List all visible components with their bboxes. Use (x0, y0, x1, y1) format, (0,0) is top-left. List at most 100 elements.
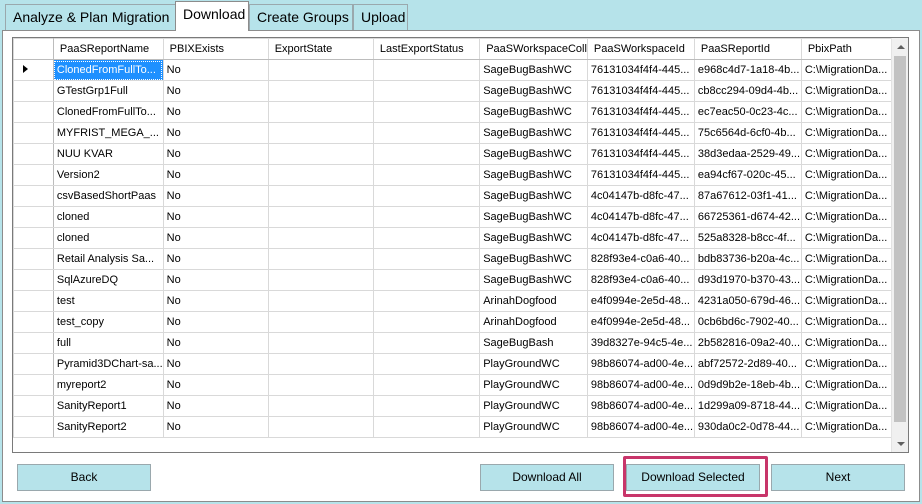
grid-cell[interactable]: No (162, 59, 269, 81)
grid-cell[interactable]: cb8cc294-09d4-4b... (693, 80, 802, 102)
grid-cell[interactable] (267, 164, 374, 186)
grid-cell[interactable]: SageBugBashWC (479, 143, 588, 165)
grid-cell[interactable] (267, 248, 374, 270)
grid-cell[interactable]: GTestGrp1Full (52, 80, 164, 102)
grid-cell[interactable]: SanityReport2 (52, 416, 164, 438)
grid-cell[interactable]: cloned (52, 227, 164, 249)
grid-cell[interactable] (372, 59, 481, 81)
grid-cell[interactable]: No (162, 164, 269, 186)
grid-cell[interactable] (372, 416, 481, 438)
table-row[interactable]: Pyramid3DChart-sa... No PlayGroundWC 98b860… (13, 353, 908, 375)
grid-cell[interactable]: ArinahDogfood (479, 311, 588, 333)
grid-cell[interactable]: NUU KVAR (52, 143, 164, 165)
grid-cell[interactable] (372, 269, 481, 291)
row-header[interactable] (13, 185, 54, 207)
grid-cell[interactable]: 76131034f4f4-445... (586, 143, 695, 165)
grid-cell[interactable] (372, 143, 481, 165)
column-header-paas-workspace-id[interactable]: PaaSWorkspaceId (586, 38, 695, 60)
row-header[interactable] (13, 59, 54, 81)
table-row[interactable]: SqlAzureDQ No SageBugBashWC 828f93e4-c0a6-4… (13, 269, 908, 291)
grid-cell[interactable]: 0cb6bd6c-7902-40... (693, 311, 802, 333)
grid-cell[interactable] (372, 332, 481, 354)
grid-cell[interactable]: 76131034f4f4-445... (586, 101, 695, 123)
grid-cell[interactable]: ec7eac50-0c23-4c... (693, 101, 802, 123)
grid-cell[interactable]: 76131034f4f4-445... (586, 122, 695, 144)
grid-cell[interactable]: PlayGroundWC (479, 395, 588, 417)
back-button[interactable]: Back (17, 464, 151, 491)
grid-cell[interactable]: SageBugBashWC (479, 227, 588, 249)
grid-cell[interactable]: cloned (52, 206, 164, 228)
grid-cell[interactable]: 828f93e4-c0a6-40... (586, 269, 695, 291)
grid-cell[interactable]: 98b86074-ad00-4e... (586, 374, 695, 396)
download-all-button[interactable]: Download All (480, 464, 614, 491)
grid-cell[interactable]: ea94cf67-020c-45... (693, 164, 802, 186)
grid-cell[interactable] (267, 290, 374, 312)
grid-cell[interactable]: 39d8327e-94c5-4e... (586, 332, 695, 354)
grid-cell[interactable]: 930da0c2-0d78-44... (693, 416, 802, 438)
grid-cell[interactable]: 4c04147b-d8fc-47... (586, 206, 695, 228)
grid-cell[interactable]: No (162, 143, 269, 165)
tab-download[interactable]: Download (175, 1, 249, 31)
column-header-paas-report-id[interactable]: PaaSReportId (693, 38, 802, 60)
tab-upload[interactable]: Upload (353, 4, 408, 30)
grid-cell[interactable]: PlayGroundWC (479, 353, 588, 375)
reports-grid[interactable]: PaaSReportName PBIXExists ExportState La… (12, 37, 909, 453)
grid-cell[interactable] (267, 311, 374, 333)
grid-cell[interactable]: SageBugBashWC (479, 269, 588, 291)
scrollbar-thumb[interactable] (894, 56, 906, 422)
grid-cell[interactable]: bdb83736-b20a-4c... (693, 248, 802, 270)
grid-cell[interactable]: 76131034f4f4-445... (586, 59, 695, 81)
grid-cell[interactable]: SageBugBashWC (479, 122, 588, 144)
grid-cell[interactable]: 2b582816-09a2-40... (693, 332, 802, 354)
grid-cell[interactable] (267, 353, 374, 375)
grid-cell[interactable]: 98b86074-ad00-4e... (586, 353, 695, 375)
grid-cell[interactable]: MYFRIST_MEGA_... (52, 122, 164, 144)
row-header[interactable] (13, 290, 54, 312)
grid-cell[interactable]: SageBugBashWC (479, 101, 588, 123)
grid-cell[interactable]: full (52, 332, 164, 354)
grid-cell[interactable]: No (162, 80, 269, 102)
grid-cell[interactable] (267, 416, 374, 438)
table-row[interactable]: Version2 No SageBugBashWC 76131034f4f4-445.… (13, 164, 908, 186)
grid-cell[interactable]: d93d1970-b370-43... (693, 269, 802, 291)
grid-cell[interactable] (372, 374, 481, 396)
grid-cell[interactable]: abf72572-2d89-40... (693, 353, 802, 375)
row-header[interactable] (13, 248, 54, 270)
table-row[interactable]: ClonedFromFullTo... No SageBugBashWC 761310… (13, 101, 908, 123)
table-row[interactable]: NUU KVAR No SageBugBashWC 76131034f4f4-445.… (13, 143, 908, 165)
grid-cell[interactable] (372, 185, 481, 207)
tab-create-groups[interactable]: Create Groups (249, 4, 353, 30)
grid-cell[interactable]: Version2 (52, 164, 164, 186)
row-header[interactable] (13, 332, 54, 354)
table-row[interactable]: test_copy No ArinahDogfood e4f0994e-2e5d-48… (13, 311, 908, 333)
grid-cell[interactable]: 0d9d9b2e-18eb-4b... (693, 374, 802, 396)
grid-cell[interactable]: No (162, 374, 269, 396)
grid-cell[interactable]: SageBugBashWC (479, 206, 588, 228)
grid-cell[interactable]: ClonedFromFullTo... (52, 101, 164, 123)
row-header[interactable] (13, 122, 54, 144)
grid-cell[interactable] (372, 206, 481, 228)
column-header-export-state[interactable]: ExportState (267, 38, 374, 60)
table-row[interactable]: SanityReport2 No PlayGroundWC 98b86074-ad00… (13, 416, 908, 438)
grid-cell[interactable]: 4231a050-679d-46... (693, 290, 802, 312)
grid-cell[interactable]: 75c6564d-6cf0-4b... (693, 122, 802, 144)
grid-cell[interactable]: ClonedFromFullTo... (52, 59, 164, 81)
tab-analyze-plan-migration[interactable]: Analyze & Plan Migration (5, 4, 176, 30)
grid-cell[interactable]: SageBugBashWC (479, 185, 588, 207)
row-header[interactable] (13, 101, 54, 123)
grid-cell[interactable] (372, 122, 481, 144)
row-header[interactable] (13, 353, 54, 375)
scroll-down-button[interactable] (892, 435, 908, 452)
grid-cell[interactable]: SageBugBashWC (479, 248, 588, 270)
grid-cell[interactable]: e4f0994e-2e5d-48... (586, 311, 695, 333)
grid-cell[interactable] (267, 185, 374, 207)
grid-cell[interactable]: No (162, 332, 269, 354)
grid-cell[interactable] (267, 269, 374, 291)
grid-cell[interactable]: Retail Analysis Sa... (52, 248, 164, 270)
grid-cell[interactable]: No (162, 122, 269, 144)
grid-cell[interactable]: 4c04147b-d8fc-47... (586, 185, 695, 207)
grid-cell[interactable]: No (162, 395, 269, 417)
row-header[interactable] (13, 269, 54, 291)
grid-cell[interactable]: No (162, 227, 269, 249)
grid-cell[interactable]: test_copy (52, 311, 164, 333)
